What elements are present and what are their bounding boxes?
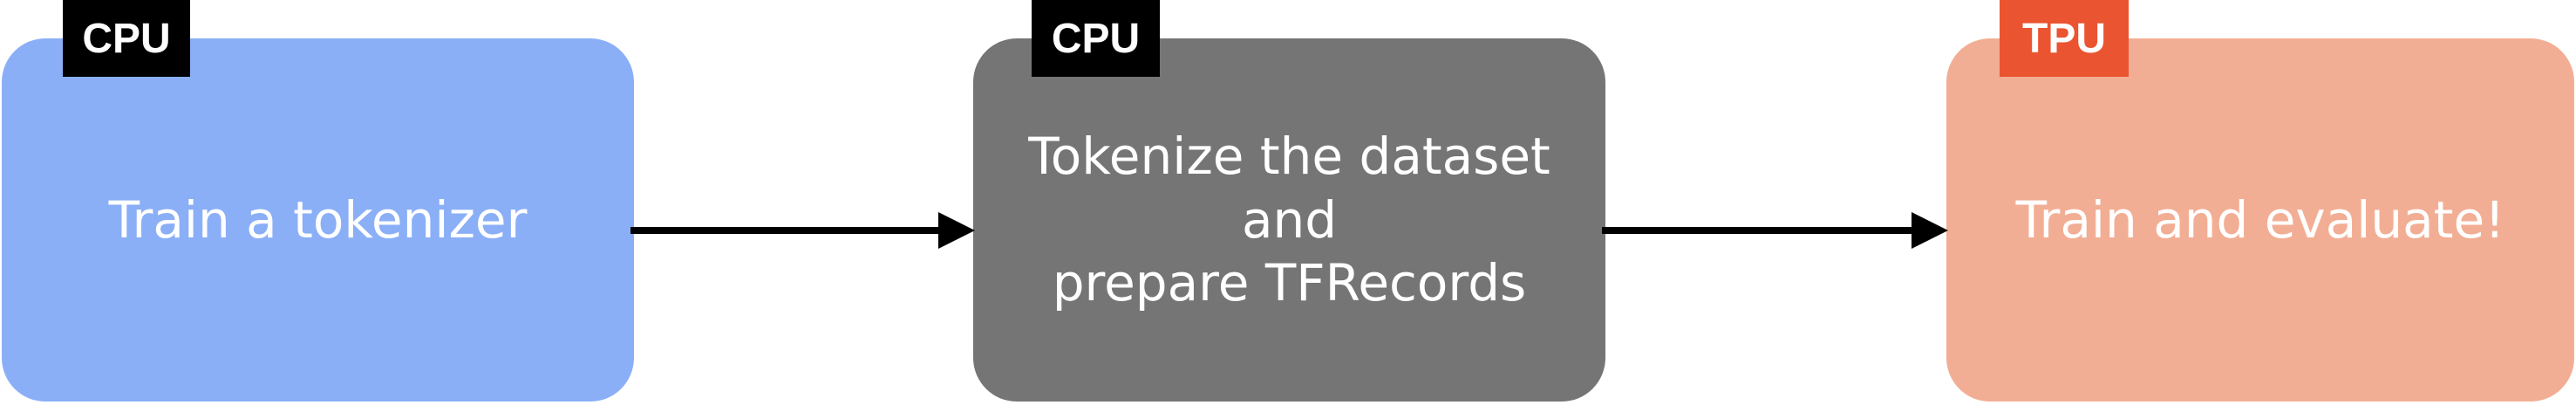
arrow-step1-to-step2 xyxy=(630,212,975,249)
arrows-layer xyxy=(630,212,1948,249)
arrow-step2-to-step3 xyxy=(1602,212,1948,249)
pipeline-diagram: Train a tokenizer CPU Tokenize the datas… xyxy=(0,0,2576,405)
